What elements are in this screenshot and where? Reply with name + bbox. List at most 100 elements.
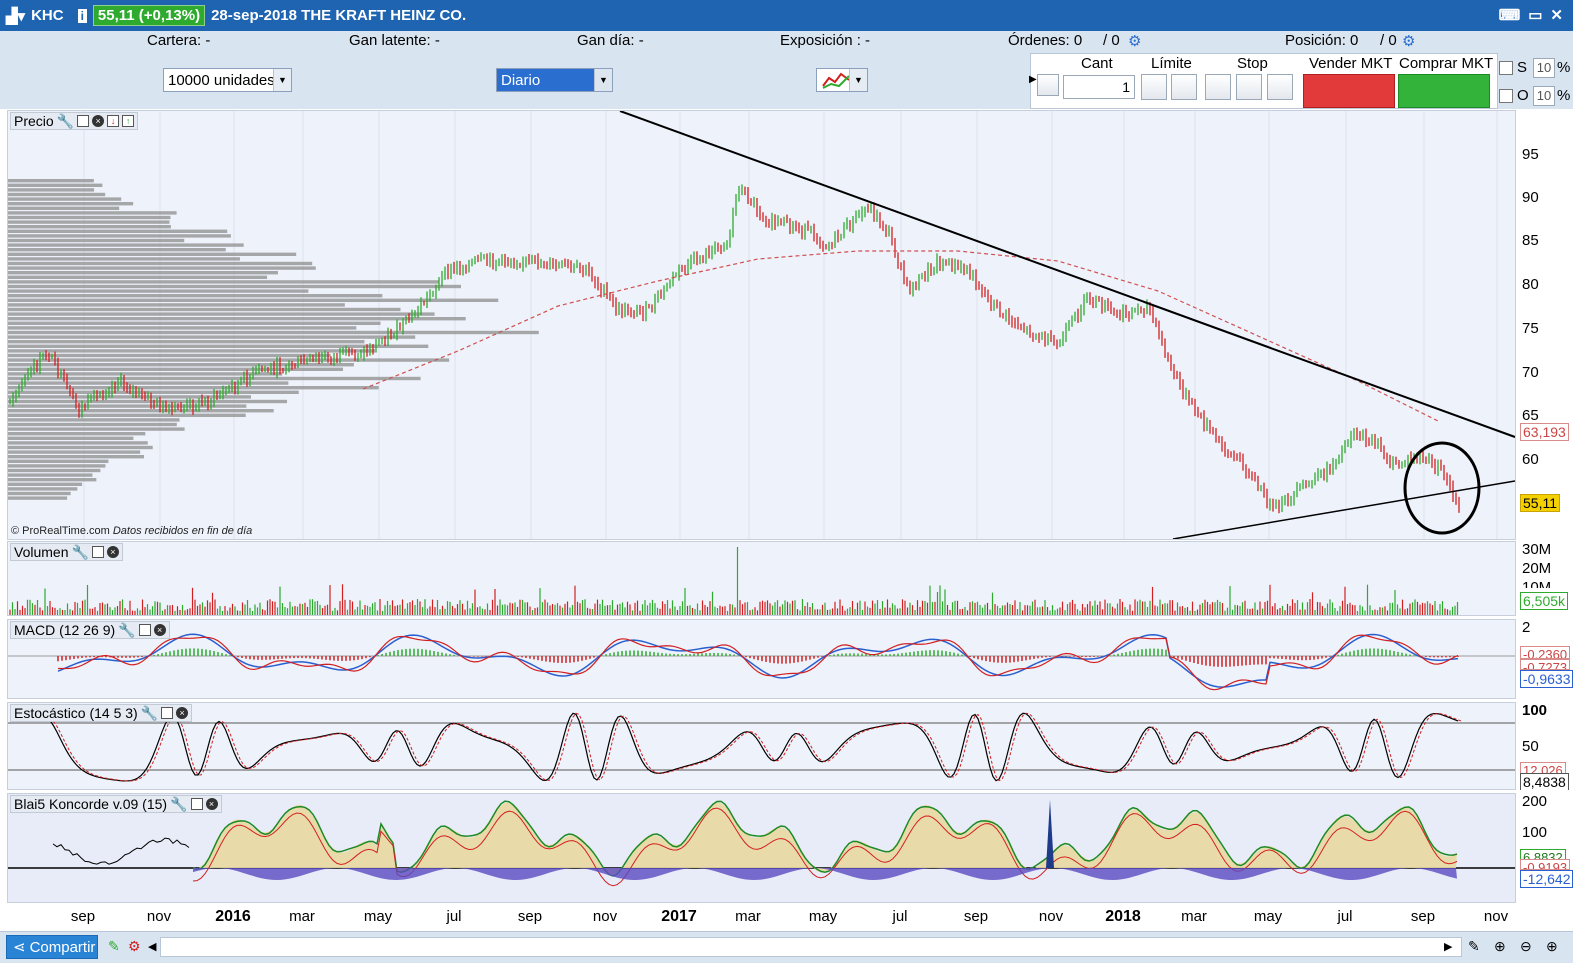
wrench-icon[interactable]: 🔧 <box>71 544 88 561</box>
wrench-icon[interactable]: 🔧 <box>57 113 74 130</box>
volume-profile-bar <box>8 202 134 206</box>
buy-market-button[interactable] <box>1398 74 1490 108</box>
close-icon[interactable]: × <box>205 798 218 810</box>
scroll-left-icon[interactable]: ◀ <box>148 940 156 953</box>
limit-sell-icon[interactable] <box>1171 74 1197 100</box>
quantity-input[interactable]: 1 <box>1063 75 1135 99</box>
wrench-icon[interactable] <box>1037 74 1059 96</box>
units-select[interactable]: 10000 unidades ▼ <box>163 68 292 92</box>
stop-buy-icon[interactable] <box>1205 74 1231 100</box>
macd-panel-title: MACD (12 26 9) 🔧 × <box>10 621 170 639</box>
period-select[interactable]: Diario ▼ <box>496 68 613 92</box>
sell-market-button[interactable] <box>1303 74 1395 108</box>
posicion-link-icon[interactable]: ⚙ <box>1402 32 1415 50</box>
info-icon[interactable]: i <box>77 8 87 23</box>
gan-latente-label: Gan latente: - <box>349 32 440 49</box>
s-checkbox[interactable] <box>1499 61 1513 75</box>
close-icon[interactable]: × <box>176 707 189 719</box>
volume-profile-bar <box>8 307 401 312</box>
gan-dia-label: Gan día: - <box>577 32 644 49</box>
arrow-up-icon[interactable]: ↑ <box>122 115 135 127</box>
wrench-icon[interactable]: 🔧 <box>141 705 158 722</box>
close-icon[interactable]: ✕ <box>1550 6 1563 24</box>
price-panel[interactable]: Precio 🔧 × ↓ ↑ © ProRealTime.com Datos r… <box>7 110 1516 540</box>
time-axis-label: nov <box>592 908 618 925</box>
ordenes-link-icon[interactable]: ⚙ <box>1128 32 1141 50</box>
o-pct: % <box>1557 87 1571 104</box>
limit-buy-icon[interactable] <box>1141 74 1167 100</box>
stochastic-panel[interactable]: Estocástico (14 5 3) 🔧 × <box>7 702 1516 790</box>
volume-profile-bar <box>8 413 246 417</box>
stop-sell-icon[interactable] <box>1236 74 1262 100</box>
support-trendline <box>1172 480 1515 539</box>
koncorde-tick: 100 <box>1522 824 1548 841</box>
volume-profile-bar <box>8 243 244 247</box>
toolbar: 10000 unidades ▼ Diario ▼ ▼ ▶ Cant 1 Lím… <box>0 51 1573 109</box>
o-value-input[interactable]: 10 <box>1533 86 1555 106</box>
chevron-down-icon: ▼ <box>273 69 291 91</box>
macd-panel[interactable]: MACD (12 26 9) 🔧 × <box>7 619 1516 699</box>
expand-arrow-icon[interactable]: ▶ <box>1029 74 1037 85</box>
koncorde-panel[interactable]: Blai5 Koncorde v.09 (15) 🔧 × <box>7 793 1516 903</box>
volume-profile-bar <box>8 390 299 394</box>
koncorde-price-area <box>193 802 1457 874</box>
o-checkbox[interactable] <box>1499 89 1513 103</box>
history-scrollbar[interactable] <box>160 937 1462 957</box>
posicion-label: Posición: 0 <box>1285 32 1359 49</box>
time-axis-label: 2016 <box>215 908 251 925</box>
volume-profile-bar <box>8 252 297 256</box>
koncorde-spike <box>1046 800 1054 868</box>
stop-other-icon[interactable] <box>1267 74 1293 100</box>
volume-profile-bar <box>8 436 134 440</box>
chart-style-select[interactable]: ▼ <box>816 68 868 92</box>
chart-type-icon[interactable]: ▟▾ <box>6 7 25 25</box>
volume-profile-bar <box>8 303 345 307</box>
volume-profile-bar <box>8 335 416 339</box>
maximize-icon[interactable] <box>77 115 90 127</box>
maximize-icon[interactable] <box>161 707 174 719</box>
volume-profile-bar <box>8 482 83 486</box>
volume-panel[interactable]: Volumen 🔧 × <box>7 541 1516 616</box>
maximize-icon[interactable] <box>91 546 104 558</box>
macd-tick: 2 <box>1522 619 1531 636</box>
time-axis-label: jul <box>892 908 908 925</box>
stochastic-chart <box>8 712 1515 782</box>
time-axis-label: mar <box>289 908 315 925</box>
maximize-icon[interactable] <box>190 798 203 810</box>
ordenes-sep: / 0 <box>1103 32 1120 49</box>
cant-label: Cant <box>1081 55 1113 72</box>
price-tick: 95 <box>1522 146 1539 163</box>
koncorde-tag-2: -0,9193 <box>1520 859 1571 870</box>
zoom-area-icon[interactable]: ⊕ <box>1494 938 1506 955</box>
draw-tool-icon[interactable]: ✎ <box>1468 938 1480 955</box>
share-button[interactable]: ⋖ Compartir <box>6 935 98 959</box>
volume-profile-bar <box>8 491 71 496</box>
volume-profile-bar <box>8 312 435 316</box>
close-icon[interactable]: × <box>153 624 166 636</box>
arrow-down-icon[interactable]: ↓ <box>107 115 120 127</box>
volume-profile-bar <box>8 289 309 293</box>
volume-profile-bar <box>8 257 240 261</box>
ticker-label[interactable]: KHC <box>31 7 64 24</box>
volume-profile-bar <box>8 183 103 187</box>
s-value-input[interactable]: 10 <box>1533 58 1555 78</box>
wrench-icon[interactable]: 🔧 <box>170 796 187 813</box>
zoom-in-icon[interactable]: ⊕ <box>1546 938 1558 955</box>
settings-icon[interactable]: ⚙ <box>128 938 141 955</box>
maximize-icon[interactable] <box>138 624 151 636</box>
wrench-icon[interactable]: 🔧 <box>118 622 135 639</box>
indicator-add-icon[interactable]: ✎ <box>108 938 120 955</box>
zoom-out-icon[interactable]: ⊖ <box>1520 938 1532 955</box>
close-icon[interactable]: × <box>92 115 105 127</box>
volume-profile-bar <box>8 487 78 491</box>
volume-profile-bar <box>8 284 461 289</box>
stochastic-title-text: Estocástico (14 5 3) <box>14 705 138 721</box>
scroll-right-icon[interactable]: ▶ <box>1444 940 1452 953</box>
keyboard-icon[interactable]: ⌨ <box>1499 6 1521 24</box>
volume-profile-bar <box>8 294 383 298</box>
copyright: © ProRealTime.com Datos recibidos en fin… <box>11 525 252 537</box>
units-select-value: 10000 unidades <box>168 71 275 89</box>
volume-chart <box>9 547 1459 615</box>
close-icon[interactable]: × <box>106 546 119 558</box>
window-icon[interactable]: ▭ <box>1528 6 1542 24</box>
